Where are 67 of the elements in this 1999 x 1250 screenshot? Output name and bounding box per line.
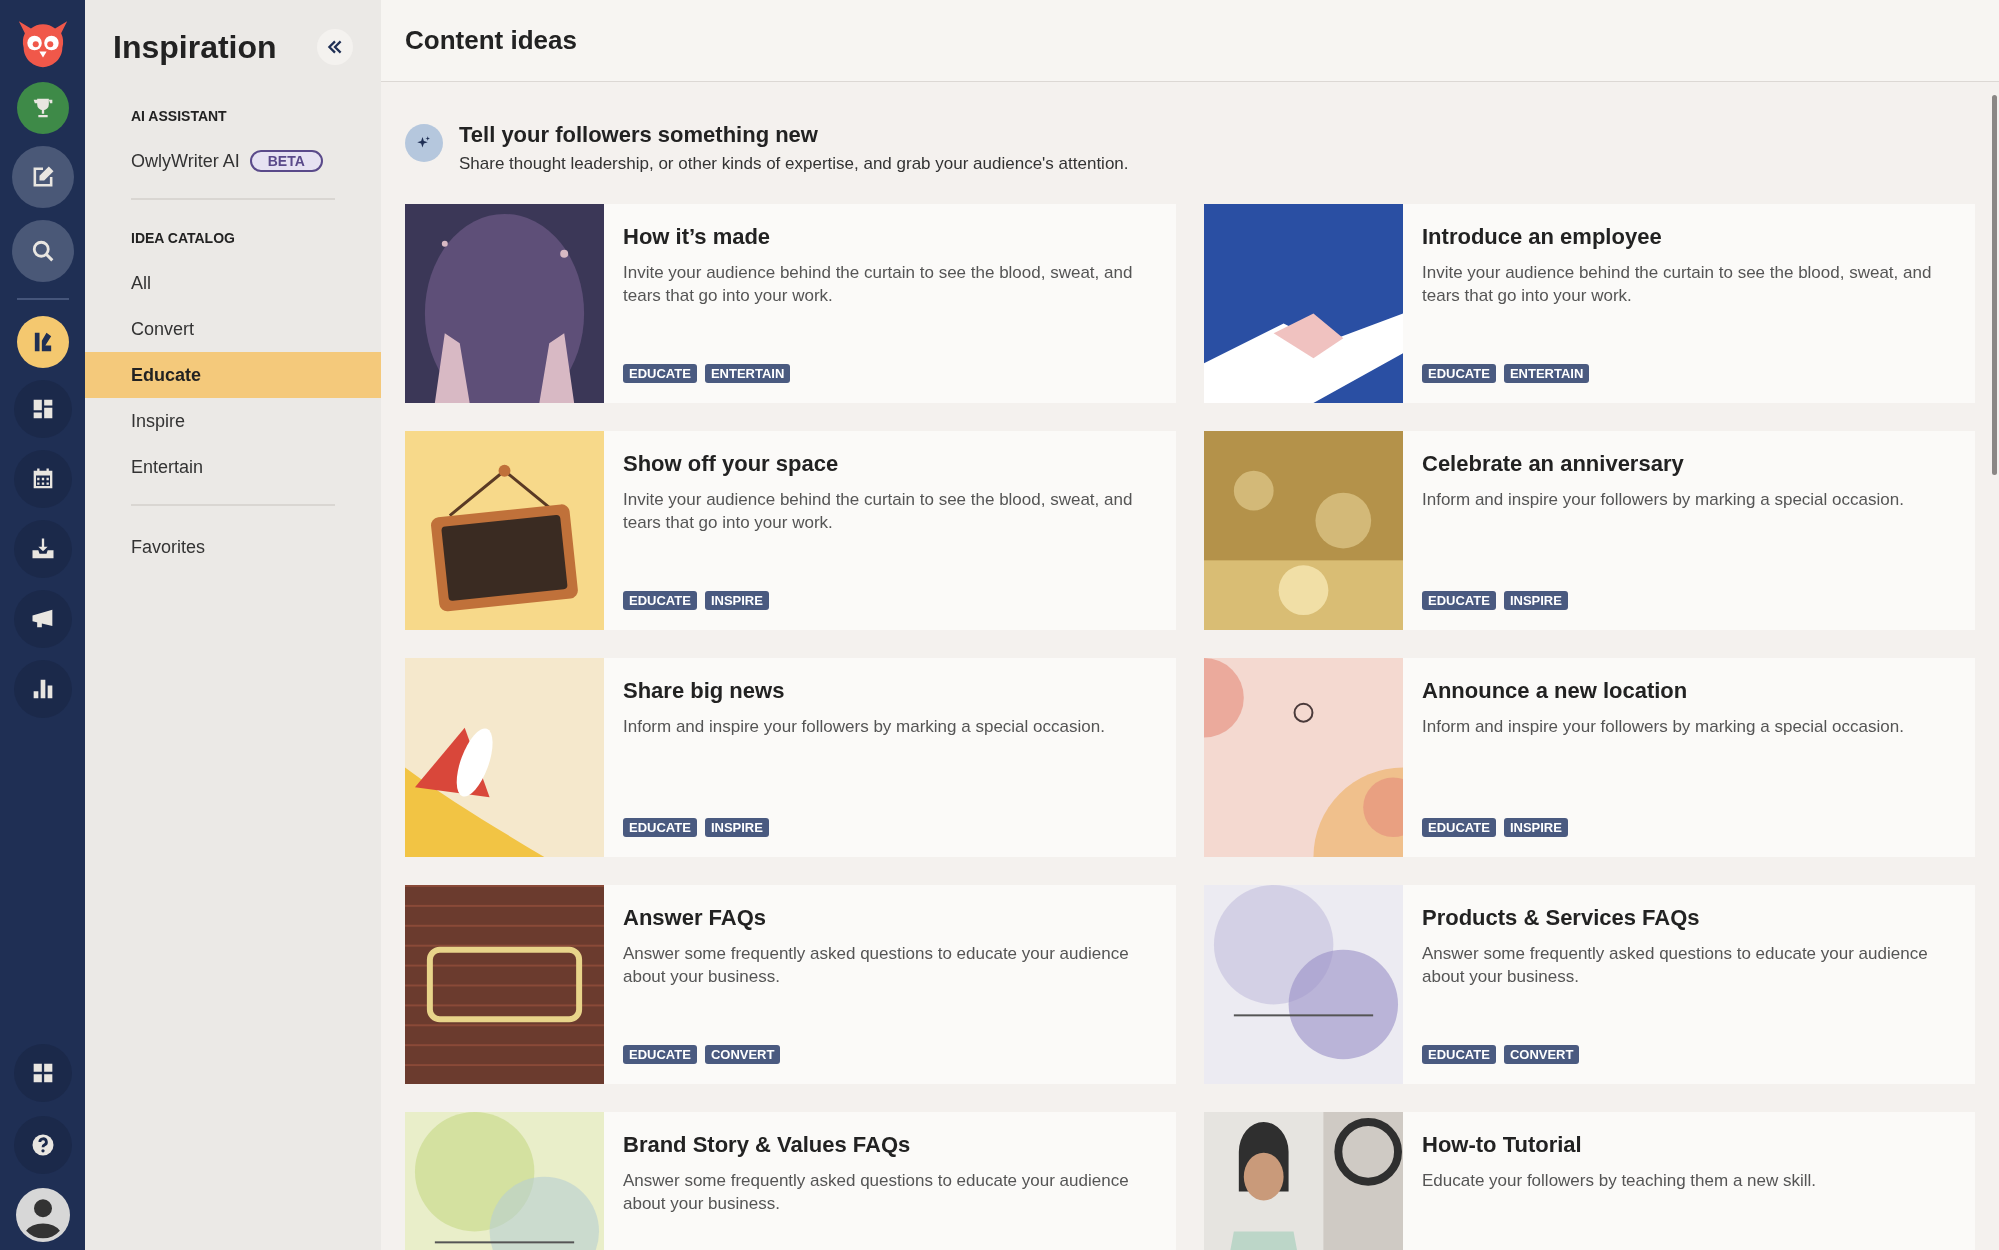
category-tag: EDUCATE <box>1422 364 1496 383</box>
card-description: Invite your audience behind the curtain to see the blood, sweat, and tears that go into your work. <box>1422 262 1933 307</box>
idea-card[interactable]: Answer FAQs Answer some frequently asked questions to educate your audience about your business. EDUCATE CONVERT <box>405 885 1176 1084</box>
sidebar-title: Inspiration <box>113 28 277 66</box>
profile-button[interactable] <box>15 1188 70 1242</box>
category-tag: CONVERT <box>1503 1045 1580 1064</box>
idea-card[interactable]: How-to Tutorial Educate your followers by teaching them a new skill. <box>1204 1112 1975 1250</box>
card-title: Introduce an employee <box>1422 224 1663 250</box>
category-tag: EDUCATE <box>623 1045 697 1064</box>
sparkle-icon <box>405 124 443 162</box>
category-tag: EDUCATE <box>623 364 697 383</box>
sidebar-item[interactable]: All <box>85 260 381 306</box>
category-tag: INSPIRE <box>1503 591 1568 610</box>
card-description: Answer some frequently asked questions to educate your audience about your business. <box>1422 943 1929 988</box>
sidebar-item[interactable]: Convert <box>85 306 381 352</box>
idea-card[interactable]: Celebrate an anniversary Inform and inspire your followers by marking a special occasion. EDUCATE INSPIRE <box>1204 431 1975 630</box>
card-title: Products & Services FAQs <box>1422 905 1701 931</box>
idea-card[interactable]: Show off your space Invite your audience behind the curtain to see the blood, sweat, and tears that go into your work. EDUCATE INSPIRE <box>405 431 1176 630</box>
idea-card[interactable]: Products & Services FAQs Answer some frequently asked questions to educate your audience about your business. EDUCATE CONVERT <box>1204 885 1975 1084</box>
card-title: Answer FAQs <box>623 905 768 931</box>
section-heading: IDEA CATALOG <box>130 229 236 248</box>
idea-card[interactable]: Announce a new location Inform and inspire your followers by marking a special occasion. EDUCATE INSPIRE <box>1204 658 1975 857</box>
category-tag: EDUCATE <box>623 818 697 837</box>
category-tag: EDUCATE <box>1422 591 1496 610</box>
card-title: Show off your space <box>623 451 840 477</box>
sidebar-item[interactable]: Favorites <box>85 524 381 570</box>
page-title: Content ideas <box>405 25 577 56</box>
card-title: How-to Tutorial <box>1422 1132 1583 1158</box>
sidebar-item[interactable]: Inspire <box>85 398 381 444</box>
section-heading: AI ASSISTANT <box>130 107 228 126</box>
scrollbar-thumb[interactable] <box>1992 95 1997 475</box>
sidebar-item[interactable]: Educate <box>85 352 381 398</box>
sidebar-item[interactable]: OwlyWriter AI <box>131 150 240 172</box>
card-description: Answer some frequently asked questions to educate your audience about your business. <box>623 1170 1130 1215</box>
category-tag: ENTERTAIN <box>1503 364 1590 383</box>
card-title: How it’s made <box>623 224 772 250</box>
card-title: Announce a new location <box>1422 678 1689 704</box>
sidebar-item[interactable]: Entertain <box>85 444 381 490</box>
category-tag: EDUCATE <box>1422 818 1496 837</box>
category-tag: EDUCATE <box>623 591 697 610</box>
card-description: Invite your audience behind the curtain to see the blood, sweat, and tears that go into your work. <box>623 262 1134 307</box>
double-chevron-icon <box>326 38 344 56</box>
rail-button[interactable] <box>16 82 69 134</box>
idea-card[interactable]: Brand Story & Values FAQs Answer some frequently asked questions to educate your audience about your business. <box>405 1112 1176 1250</box>
collapse-button[interactable] <box>317 29 353 65</box>
rail-button[interactable] <box>16 316 69 368</box>
section-description: Share thought leadership, or other kinds of expertise, and grab your audience's attention. <box>459 154 1129 174</box>
category-tag: INSPIRE <box>1503 818 1568 837</box>
idea-card[interactable]: Introduce an employee Invite your audience behind the curtain to see the blood, sweat, and tears that go into your work. EDUCATE ENTERTAIN <box>1204 204 1975 403</box>
category-tag: INSPIRE <box>704 818 769 837</box>
card-description: Answer some frequently asked questions to educate your audience about your business. <box>623 943 1130 988</box>
card-description: Educate your followers by teaching them a new skill. <box>1422 1170 1818 1192</box>
card-description: Inform and inspire your followers by marking a special occasion. <box>1422 489 1905 511</box>
card-description: Invite your audience behind the curtain to see the blood, sweat, and tears that go into your work. <box>623 489 1134 534</box>
category-tag: ENTERTAIN <box>704 364 791 383</box>
card-description: Inform and inspire your followers by marking a special occasion. <box>623 716 1106 738</box>
section-title: Tell your followers something new <box>459 122 819 148</box>
card-description: Inform and inspire your followers by marking a special occasion. <box>1422 716 1905 738</box>
card-title: Share big news <box>623 678 786 704</box>
idea-card[interactable]: How it’s made Invite your audience behind the curtain to see the blood, sweat, and tears that go into your work. EDUCATE ENTERTAIN <box>405 204 1176 403</box>
idea-card[interactable]: Share big news Inform and inspire your followers by marking a special occasion. EDUCATE INSPIRE <box>405 658 1176 857</box>
category-tag: INSPIRE <box>704 591 769 610</box>
category-tag: EDUCATE <box>1422 1045 1496 1064</box>
card-title: Celebrate an anniversary <box>1422 451 1685 477</box>
category-tag: CONVERT <box>704 1045 781 1064</box>
card-title: Brand Story & Values FAQs <box>623 1132 912 1158</box>
beta-badge: BETA <box>249 150 323 172</box>
